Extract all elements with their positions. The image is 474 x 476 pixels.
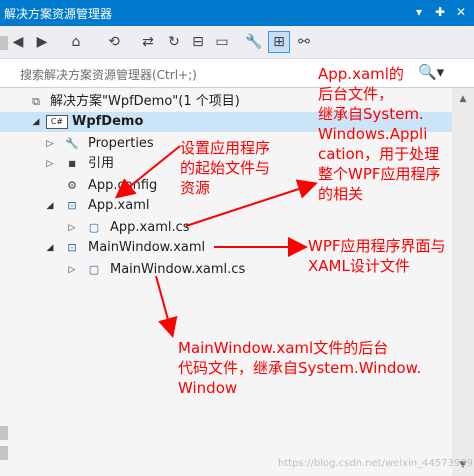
annotation-mainwindow-cs: MainWindow.xaml文件的后台 代码文件，继承自System.Wind… — [178, 338, 421, 398]
annotation-line: 继承自System. — [318, 105, 424, 123]
annotation-line: 代码文件，继承自System.Window. — [178, 359, 422, 377]
annotation-line: Windows.Appli — [318, 125, 428, 143]
annotation-line: App.xaml的 — [318, 65, 404, 83]
annotation-startup: 设置应用程序 的起始文件与 资源 — [180, 138, 270, 198]
annotation-line: 的起始文件与 — [180, 159, 271, 177]
annotation-line: MainWindow.xaml文件的后台 — [178, 339, 389, 357]
annotation-line: WPF应用程序界面与 — [308, 237, 446, 255]
annotation-line: 的相关 — [318, 185, 364, 203]
annotation-line: XAML设计文件 — [308, 257, 410, 275]
watermark: https://blog.csdn.net/weixin_44573939 — [278, 458, 474, 469]
annotation-line: 整个WPF应用程序 — [318, 165, 441, 183]
arrow-mainwindow-cs — [155, 275, 178, 338]
arrow-startup — [114, 145, 181, 199]
annotation-line: Window — [178, 379, 238, 397]
annotation-line: 设置应用程序 — [180, 139, 271, 157]
annotation-app-xaml-cs: App.xaml的 后台文件， 继承自System. Windows.Appli… — [318, 64, 441, 204]
annotation-mainwindow-xaml: WPF应用程序界面与 XAML设计文件 — [308, 236, 446, 276]
annotation-line: 后台文件， — [318, 85, 394, 103]
annotation-line: 资源 — [180, 179, 211, 197]
annotation-line: cation，用于处理 — [318, 145, 440, 163]
